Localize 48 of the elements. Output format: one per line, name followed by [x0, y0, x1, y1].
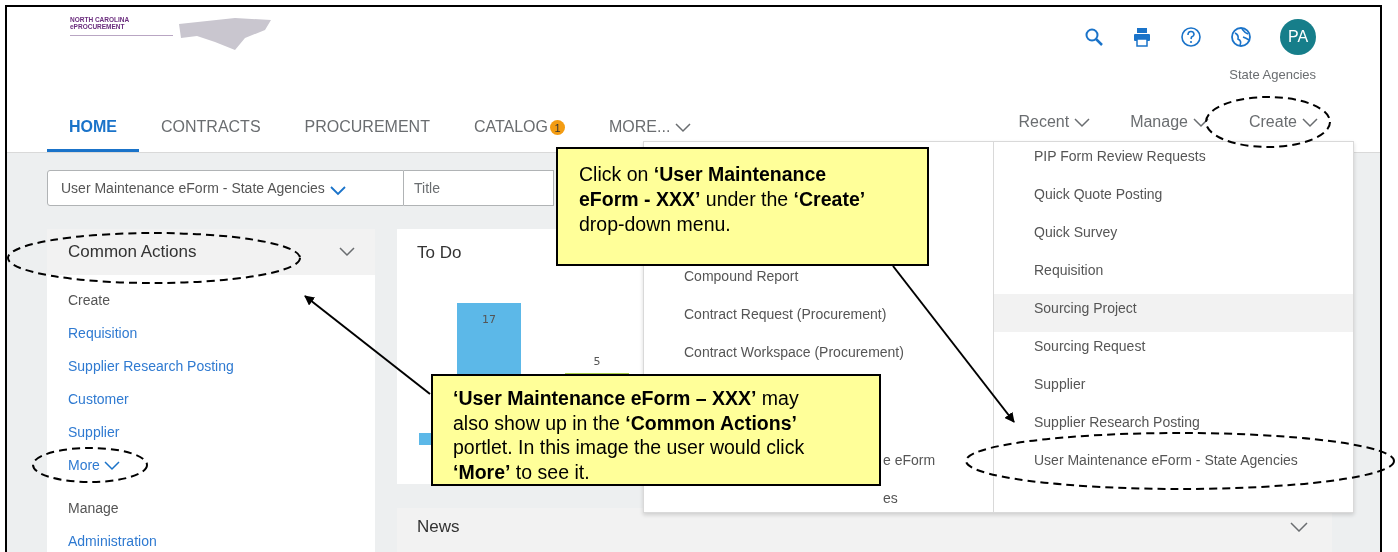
portlet-title: Common Actions — [68, 242, 197, 262]
action-link[interactable]: Requisition — [68, 320, 138, 353]
chevron-down-icon — [1302, 118, 1318, 128]
menu-item[interactable]: Contract Workspace (Procurement) — [684, 343, 904, 361]
chevron-down-icon — [1290, 522, 1308, 532]
menu-item[interactable]: e eForm — [883, 451, 936, 469]
menu-item[interactable]: Supplier — [994, 370, 1353, 408]
menu-item[interactable]: Sourcing Project — [994, 294, 1353, 332]
chevron-down-icon — [339, 247, 355, 257]
portlet-header[interactable]: News — [397, 508, 1332, 552]
portlet-title: To Do — [417, 243, 463, 263]
bar-value: 17 — [482, 313, 496, 326]
callout-note: Click on ‘User Maintenance eForm - XXX’ under the ‘Create’ drop-down menu. — [556, 147, 929, 266]
organization-name: State Agencies — [1229, 67, 1316, 82]
menu-item[interactable]: User Maintenance eForm - State Agencies — [994, 446, 1353, 484]
action-link[interactable]: Administration — [68, 528, 157, 552]
menu-item[interactable]: Quick Quote Posting — [994, 180, 1353, 218]
type-dropdown[interactable]: User Maintenance eForm - State Agencies — [47, 170, 404, 206]
section-label: Manage — [68, 499, 119, 518]
chevron-down-icon — [329, 185, 346, 196]
bar-value: 5 — [593, 355, 601, 368]
menu-item[interactable]: Contract Request (Procurement) — [684, 305, 887, 323]
chevron-down-icon — [1074, 118, 1091, 128]
menu-item[interactable]: Supplier Research Posting — [994, 408, 1353, 446]
menu-item[interactable]: Requisition — [994, 256, 1353, 294]
callout-note: ‘User Maintenance eForm – XXX’ may also show up in the ‘Common Actions’ portlet. In this image the user would click ‘More’ to see it. — [431, 374, 881, 486]
menu-item[interactable]: Compound Report — [684, 267, 799, 285]
count-badge: 1 — [550, 120, 565, 135]
nav-tab[interactable]: PROCUREMENT — [282, 102, 452, 152]
help-icon[interactable] — [1180, 26, 1202, 48]
printer-icon[interactable] — [1132, 27, 1152, 47]
menu-item[interactable]: Quick Survey — [994, 218, 1353, 256]
chevron-down-icon — [103, 461, 120, 471]
search-field[interactable]: Title — [404, 170, 554, 206]
portlet-title: News — [417, 517, 460, 537]
search-icon[interactable] — [1084, 27, 1104, 47]
menu-item[interactable]: Sourcing Request — [994, 332, 1353, 370]
portlet-header[interactable]: Common Actions — [47, 229, 375, 275]
user-avatar[interactable]: PA — [1280, 19, 1316, 55]
action-link[interactable]: Supplier Research Posting — [68, 353, 234, 386]
globe-icon[interactable] — [1230, 26, 1252, 48]
action-link[interactable]: Customer — [68, 386, 129, 419]
chevron-down-icon — [1192, 118, 1209, 128]
nav-tab[interactable]: CONTRACTS — [139, 102, 283, 152]
more-link[interactable]: More — [68, 452, 120, 495]
section-label: Create — [68, 291, 111, 310]
action-link[interactable]: Supplier — [68, 419, 120, 452]
menu-item[interactable]: es — [883, 489, 898, 507]
